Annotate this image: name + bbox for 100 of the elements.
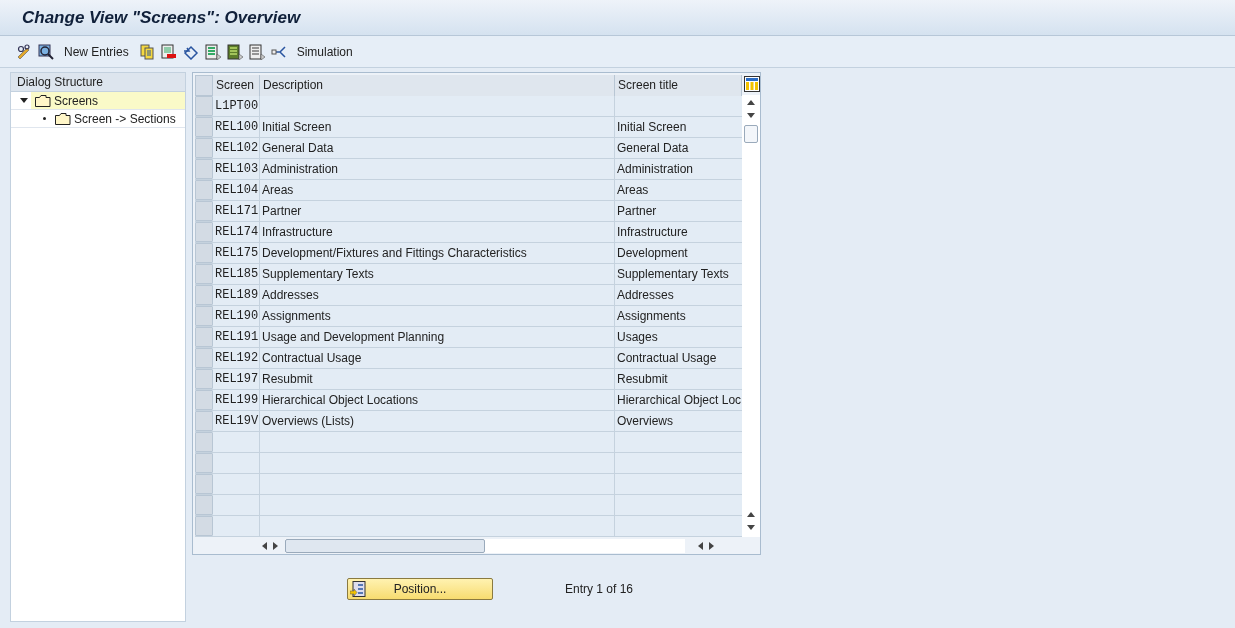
table-cell: REL189 [213, 285, 260, 305]
row-selector[interactable] [195, 411, 213, 431]
column-header[interactable]: Description [260, 75, 615, 96]
magnifier-icon[interactable] [38, 43, 54, 60]
scroll-left-icon[interactable] [697, 541, 703, 551]
branch-arrow-icon[interactable] [270, 43, 287, 60]
row-selector[interactable] [195, 201, 213, 221]
table-cell: Supplementary Texts [260, 264, 615, 284]
scroll-left-icon[interactable] [261, 541, 267, 551]
delete-icon[interactable] [160, 43, 177, 60]
row-selector[interactable] [195, 327, 213, 347]
table-cell: Overviews (Lists) [260, 411, 615, 431]
table-cell: Addresses [260, 285, 615, 305]
table-cell-text: General Data [616, 140, 690, 157]
table-cell: REL191 [213, 327, 260, 347]
row-selector[interactable] [195, 285, 213, 305]
table-cell: L1PT00 [213, 96, 260, 116]
table-cell: Hierarchical Object Locations [260, 390, 615, 410]
select-all-button[interactable] [195, 75, 213, 96]
table-cell-text: Hierarchical Object Loc [616, 392, 742, 409]
row-selector[interactable] [195, 348, 213, 368]
table-cell-text: Development [616, 245, 689, 262]
row-selector[interactable] [195, 474, 213, 494]
table-cell-text: Addresses [616, 287, 675, 304]
scrollbar-thumb[interactable] [744, 125, 758, 143]
table-cell: REL192 [213, 348, 260, 368]
scroll-up-icon[interactable] [746, 511, 756, 517]
toolbar-button[interactable]: Simulation [292, 40, 357, 63]
scroll-down-icon[interactable] [746, 525, 756, 531]
folder-icon [35, 93, 51, 108]
table-cell: REL171 [213, 201, 260, 221]
table-cell: REL102 [213, 138, 260, 158]
row-selector[interactable] [195, 516, 213, 536]
row-selector[interactable] [195, 369, 213, 389]
table-cell-text: Overviews [616, 413, 674, 430]
table-cell: REL174 [213, 222, 260, 242]
folder-icon [55, 111, 71, 126]
table-cell-text: Supplementary Texts [616, 266, 730, 283]
table-cell-text: Infrastructure [616, 224, 689, 241]
scroll-right-icon[interactable] [709, 541, 715, 551]
row-selector[interactable] [195, 138, 213, 158]
scrollbar-thumb[interactable] [285, 539, 485, 553]
scroll-down-icon[interactable] [746, 113, 756, 119]
row-selector[interactable] [195, 180, 213, 200]
bullet-icon [42, 117, 46, 120]
column-header[interactable]: Screen title [615, 75, 742, 96]
row-selector[interactable] [195, 495, 213, 515]
table-cell: REL100 [213, 117, 260, 137]
tree-item[interactable]: Screens [31, 92, 185, 109]
table-cell: Initial Screen [260, 117, 615, 137]
column-header[interactable]: Screen [213, 75, 260, 96]
select-block-icon[interactable] [226, 43, 243, 60]
table-cell: Resubmit [260, 369, 615, 389]
table-cell: General Data [260, 138, 615, 158]
row-selector[interactable] [195, 264, 213, 284]
table-cell-text: Areas [616, 182, 650, 199]
table-cell: Infrastructure [260, 222, 615, 242]
row-selector[interactable] [195, 390, 213, 410]
position-button[interactable]: Position... [347, 578, 493, 600]
table-cell-text: Resubmit [616, 371, 669, 388]
row-selector[interactable] [195, 96, 213, 116]
row-selector[interactable] [195, 306, 213, 326]
row-selector[interactable] [195, 432, 213, 452]
table-cell: Administration [260, 159, 615, 179]
table-cell: REL190 [213, 306, 260, 326]
row-selector[interactable] [195, 243, 213, 263]
table-cell-text: Assignments [616, 308, 687, 325]
row-selector[interactable] [195, 159, 213, 179]
deselect-icon[interactable] [248, 43, 265, 60]
scroll-up-icon[interactable] [746, 99, 756, 105]
table-cell: REL197 [213, 369, 260, 389]
window-title: Change View "Screens": Overview [22, 6, 301, 29]
row-selector[interactable] [195, 117, 213, 137]
column-settings-icon[interactable] [744, 76, 760, 92]
table-cell: REL19V [213, 411, 260, 431]
table-cell: REL104 [213, 180, 260, 200]
table-cell-text: Contractual Usage [616, 350, 718, 367]
table-cell-text: Usages [616, 329, 659, 346]
table-cell-text: Administration [616, 161, 695, 178]
table-cell: REL175 [213, 243, 260, 263]
pencil-glasses-icon[interactable] [16, 43, 32, 60]
row-selector[interactable] [195, 453, 213, 473]
entry-count: Entry 1 of 16 [565, 581, 634, 598]
table-cell: Contractual Usage [260, 348, 615, 368]
table-cell: REL185 [213, 264, 260, 284]
copy-icon[interactable] [138, 43, 155, 60]
table-cell: Assignments [260, 306, 615, 326]
position-icon [350, 581, 366, 597]
scroll-right-icon[interactable] [273, 541, 279, 551]
toolbar-button[interactable]: New Entries [60, 40, 133, 63]
expand-caret-icon[interactable] [20, 97, 28, 104]
row-selector[interactable] [195, 222, 213, 242]
table-cell: REL103 [213, 159, 260, 179]
table-cell: Usage and Development Planning [260, 327, 615, 347]
table-cell: REL199 [213, 390, 260, 410]
table-cell: Development/Fixtures and Fittings Characteristics [260, 243, 615, 263]
table-cell: Areas [260, 180, 615, 200]
select-all-icon[interactable] [204, 43, 221, 60]
table-cell-text: Initial Screen [616, 119, 688, 136]
tree-item[interactable]: Screen -> Sections [51, 110, 185, 127]
